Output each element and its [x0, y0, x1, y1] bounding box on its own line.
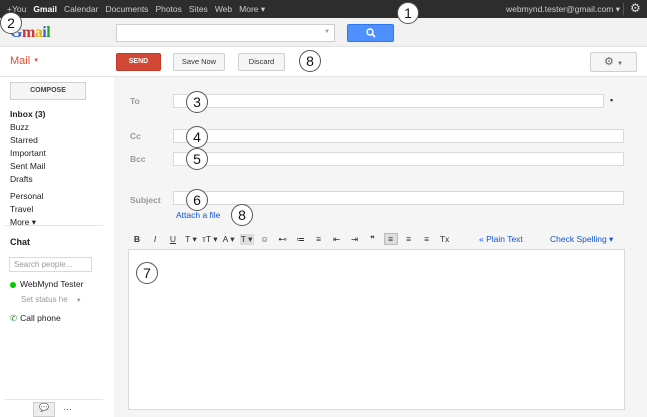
- callout-3: 3: [186, 91, 208, 113]
- callout-1: 1: [397, 2, 419, 24]
- chevron-down-icon: ▼: [616, 61, 623, 67]
- top-bar: +You Gmail Calendar Documents Photos Sit…: [0, 0, 647, 18]
- call-phone-link[interactable]: ✆ Call phone: [10, 313, 61, 324]
- chat-title: Chat: [10, 237, 30, 247]
- mail-folders: Inbox (3) Buzz Starred Important Sent Ma…: [10, 108, 46, 186]
- divider: [623, 3, 624, 15]
- callout-6: 6: [186, 189, 208, 211]
- subject-label: Subject: [130, 195, 161, 205]
- phone-icon: ✆: [10, 313, 18, 323]
- more-options-icon[interactable]: ···: [63, 404, 72, 414]
- call-phone-label: Call phone: [20, 313, 61, 323]
- sidebar-item-important[interactable]: Important: [10, 147, 46, 160]
- sidebar-item-travel[interactable]: Travel: [10, 203, 44, 216]
- sidebar-item-starred[interactable]: Starred: [10, 134, 46, 147]
- sidebar-item-more[interactable]: More ▾: [10, 216, 44, 229]
- header: Gmail ▼: [0, 18, 647, 47]
- font-size-button[interactable]: тT ▾: [202, 234, 218, 245]
- chevron-down-icon[interactable]: ▼: [324, 29, 330, 35]
- bold-button[interactable]: B: [130, 234, 144, 244]
- status-text: Set status he: [21, 295, 68, 304]
- align-left-icon[interactable]: ≡: [383, 233, 398, 245]
- bcc-label: Bcc: [130, 154, 146, 164]
- indent-icon[interactable]: ⇥: [348, 234, 362, 245]
- account-menu[interactable]: webmynd.tester@gmail.com ▾: [506, 4, 620, 15]
- italic-button[interactable]: I: [148, 234, 162, 244]
- mail-dropdown[interactable]: Mail ▼: [10, 55, 39, 67]
- callout-8: 8: [299, 50, 321, 72]
- settings-button[interactable]: ⚙ ▼: [590, 52, 637, 72]
- nav-photos[interactable]: Photos: [155, 4, 181, 15]
- chat-user-name: WebMynd Tester: [20, 279, 84, 289]
- callout-4: 4: [186, 126, 208, 148]
- bcc-field[interactable]: [173, 152, 624, 166]
- sidebar: COMPOSE Inbox (3) Buzz Starred Important…: [0, 77, 114, 417]
- chat-bubble-icon[interactable]: 💬: [33, 402, 55, 417]
- check-spelling-link[interactable]: Check Spelling ▾: [550, 234, 613, 245]
- chat-user[interactable]: WebMynd Tester: [10, 279, 83, 289]
- nav-calendar[interactable]: Calendar: [64, 4, 99, 15]
- send-button[interactable]: SEND: [116, 53, 161, 71]
- message-body[interactable]: [128, 249, 625, 410]
- callout-7: 7: [136, 262, 158, 284]
- outdent-icon[interactable]: ⇤: [330, 234, 344, 245]
- underline-button[interactable]: U: [166, 234, 180, 244]
- sidebar-item-buzz[interactable]: Buzz: [10, 121, 46, 134]
- save-now-button[interactable]: Save Now: [173, 53, 225, 71]
- attach-file-link[interactable]: Attach a file: [176, 210, 220, 220]
- subject-field[interactable]: [173, 191, 624, 205]
- text-color-button[interactable]: A ▾: [222, 234, 236, 245]
- chevron-down-icon: ▼: [33, 58, 40, 65]
- align-center-icon[interactable]: ≡: [402, 234, 416, 244]
- callout-5: 5: [186, 148, 208, 170]
- cc-label: Cc: [130, 131, 141, 141]
- to-field[interactable]: [173, 94, 604, 108]
- align-right-icon[interactable]: ≡: [420, 234, 434, 244]
- highlight-button[interactable]: T ▾: [239, 233, 254, 245]
- nav-web[interactable]: Web: [215, 4, 232, 15]
- search-button[interactable]: [347, 24, 394, 42]
- nav-gmail[interactable]: Gmail: [33, 4, 57, 15]
- remove-formatting-icon[interactable]: Tx: [438, 234, 452, 244]
- sidebar-item-inbox[interactable]: Inbox (3): [10, 108, 46, 121]
- discard-button[interactable]: Discard: [238, 53, 285, 71]
- chat-search-input[interactable]: Search people...: [9, 257, 92, 272]
- numbered-list-icon[interactable]: ≔: [294, 234, 308, 245]
- search-icon: [365, 28, 376, 38]
- sidebar-item-personal[interactable]: Personal: [10, 190, 44, 203]
- nav-more[interactable]: More ▾: [239, 4, 265, 15]
- top-nav: +You Gmail Calendar Documents Photos Sit…: [7, 4, 265, 15]
- action-bar: Mail ▼ SEND Save Now Discard ⚙ ▼: [0, 47, 647, 77]
- divider: [5, 399, 103, 400]
- gear-icon[interactable]: ⚙: [630, 1, 641, 15]
- status-input[interactable]: Set status he ▼: [21, 295, 82, 304]
- compose-button[interactable]: COMPOSE: [10, 82, 86, 100]
- cc-field[interactable]: [173, 129, 624, 143]
- callout-2: 2: [0, 12, 22, 34]
- mail-label: Mail: [10, 55, 31, 67]
- nav-sites[interactable]: Sites: [189, 4, 208, 15]
- sidebar-item-sent[interactable]: Sent Mail: [10, 160, 46, 173]
- bulleted-list-icon[interactable]: ≡: [312, 234, 326, 244]
- emoji-icon[interactable]: ☺: [258, 234, 272, 244]
- divider: [5, 225, 103, 226]
- chevron-down-icon: ▼: [75, 298, 82, 304]
- quote-icon[interactable]: ❞: [366, 234, 380, 245]
- callout-8-attach: 8: [231, 204, 253, 226]
- sidebar-item-drafts[interactable]: Drafts: [10, 173, 46, 186]
- link-icon[interactable]: ⊷: [276, 234, 290, 245]
- labels-list: Personal Travel More ▾: [10, 190, 44, 229]
- font-button[interactable]: T ▾: [184, 234, 198, 245]
- nav-documents[interactable]: Documents: [105, 4, 148, 15]
- to-label: To: [130, 96, 140, 106]
- gear-icon: ⚙: [604, 56, 614, 68]
- plain-text-link[interactable]: « Plain Text: [479, 234, 523, 244]
- search-input[interactable]: ▼: [116, 24, 335, 42]
- online-status-icon: [10, 281, 16, 288]
- contacts-icon[interactable]: ▪: [610, 95, 613, 105]
